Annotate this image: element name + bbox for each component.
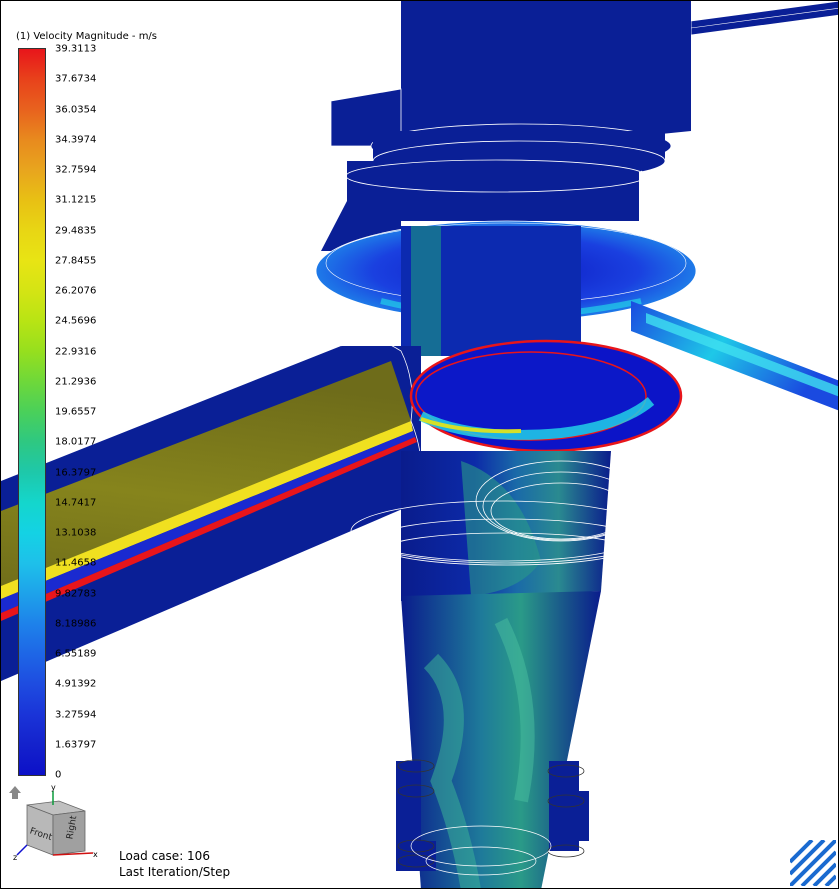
legend-tick-label: 31.1215	[55, 194, 97, 206]
legend-tick-label: 27.8455	[55, 255, 97, 267]
legend-tick-label: 0	[55, 769, 62, 781]
legend-tick-label: 29.4835	[55, 225, 97, 236]
legend-tick-label: 3.27594	[55, 709, 97, 720]
view-cube[interactable]: Front Right y x z	[7, 783, 107, 863]
legend-color-bar	[18, 48, 46, 776]
load-case-label: Load case: 106	[119, 849, 210, 863]
legend-tick-label: 1.63797	[55, 739, 97, 751]
brand-logo	[790, 840, 836, 886]
legend-title: (1) Velocity Magnitude - m/s	[16, 31, 158, 42]
legend-tick-label: 8.18986	[55, 618, 97, 630]
legend-tick-label: 26.2076	[55, 285, 97, 297]
legend-tick-label: 37.6734	[55, 73, 97, 85]
legend-tick-label: 11.4658	[55, 557, 97, 569]
axis-x-label: x	[93, 850, 98, 859]
legend-tick-label: 19.6557	[55, 406, 97, 418]
cyclone-velocity-scene[interactable]	[1, 1, 839, 889]
legend-tick-label: 21.2936	[55, 376, 97, 388]
legend-tick-label: 24.5696	[55, 315, 97, 327]
axis-z-label: z	[13, 853, 17, 862]
legend-tick-label: 9.82783	[55, 588, 97, 599]
legend-tick-label: 22.9316	[55, 346, 97, 357]
legend-tick-label: 16.3797	[55, 467, 97, 478]
legend-tick-label: 18.0177	[55, 436, 97, 448]
legend-tick-label: 6.55189	[55, 648, 97, 660]
legend-tick-label: 14.7417	[55, 497, 97, 509]
legend-tick-label: 4.91392	[55, 678, 97, 690]
iteration-label: Last Iteration/Step	[119, 865, 231, 879]
legend-tick-label: 39.3113	[55, 43, 97, 55]
legend-tick-label: 13.1038	[55, 527, 97, 539]
axis-y-label: y	[51, 783, 56, 792]
cfd-viewport[interactable]: (1) Velocity Magnitude - m/s 39.3113 37.6…	[0, 0, 839, 889]
legend-tick-label: 36.0354	[55, 104, 97, 115]
home-view-icon[interactable]	[9, 786, 21, 799]
legend-tick-label: 32.7594	[55, 164, 97, 176]
legend-tick-label: 34.3974	[55, 134, 97, 146]
